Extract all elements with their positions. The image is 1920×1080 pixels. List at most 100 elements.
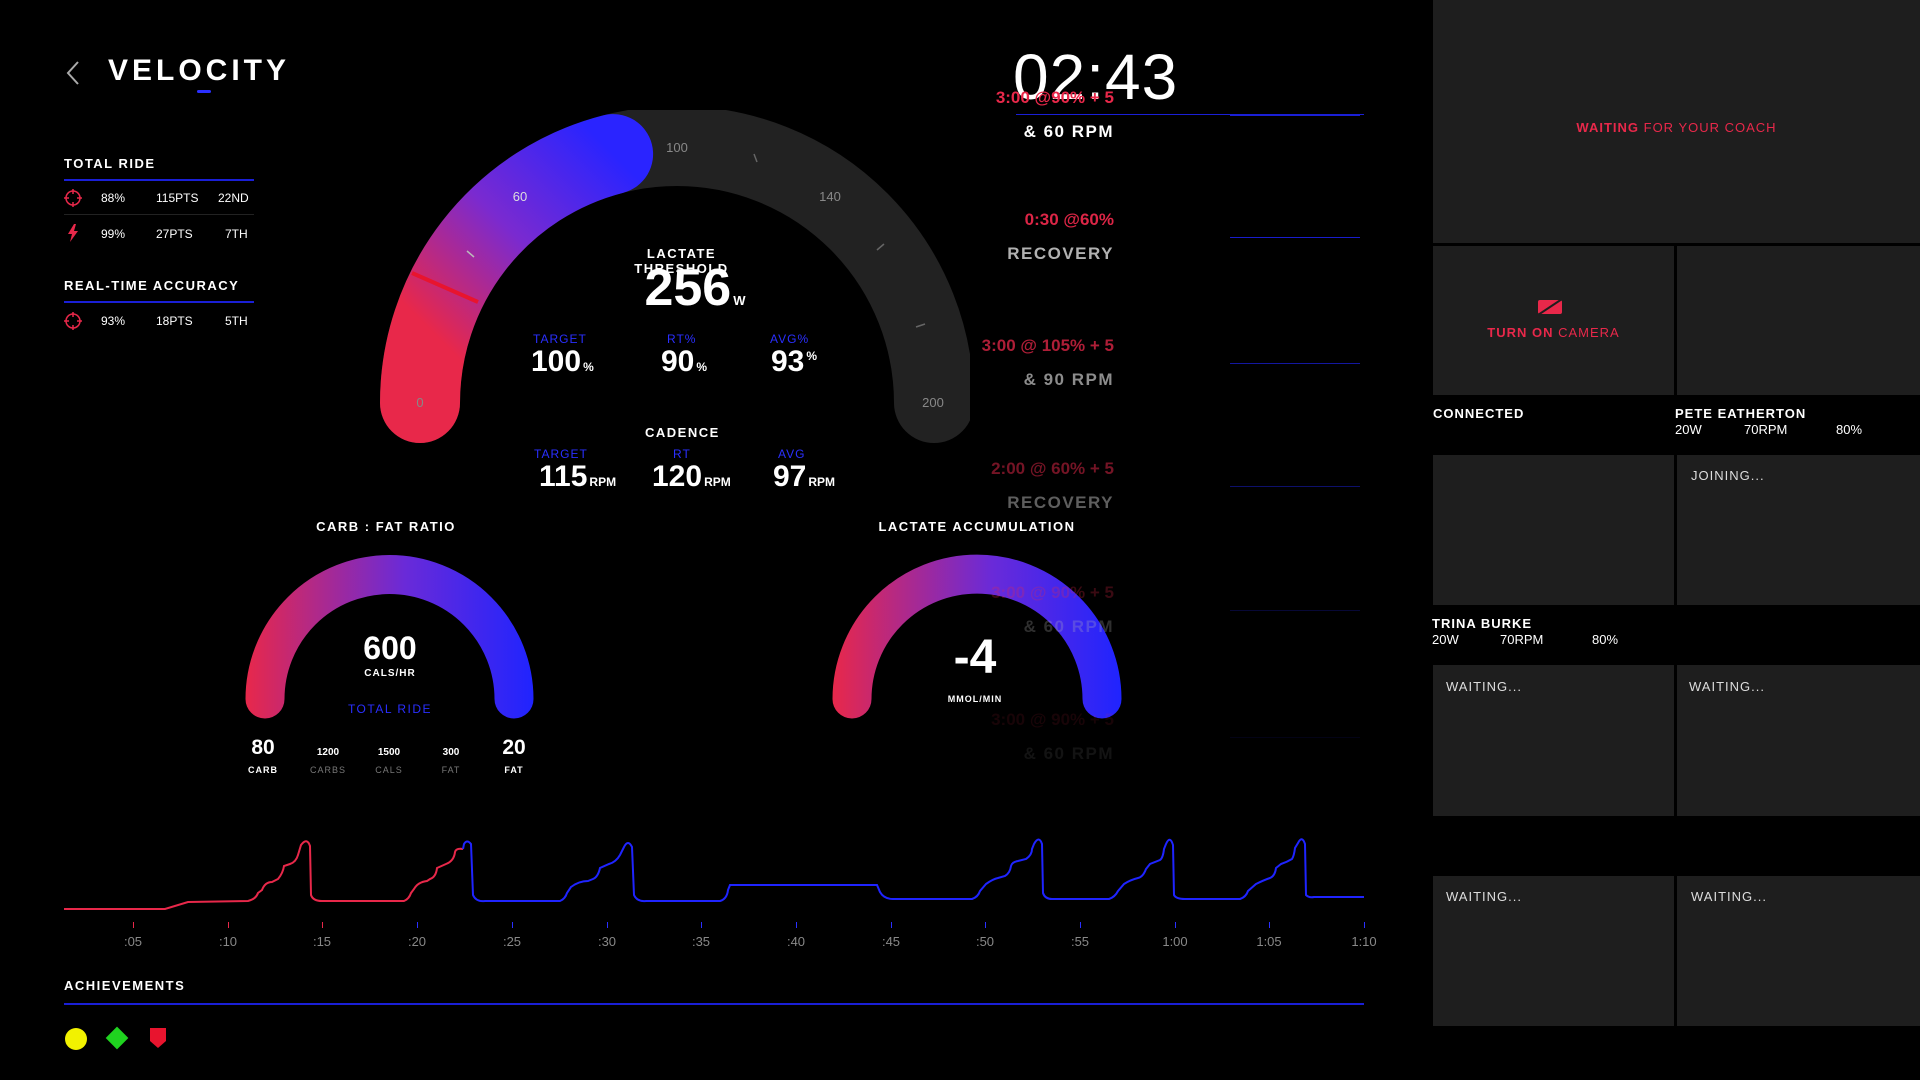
workout-profile — [64, 838, 1364, 910]
metric-unit: % — [583, 360, 594, 374]
lactate-threshold-value: 256 W — [620, 258, 770, 318]
self-video-tile[interactable] — [1433, 246, 1674, 395]
tick-label: 1:10 — [1351, 934, 1377, 949]
brand-underline — [197, 90, 211, 93]
metric-rt-value: 90% — [661, 345, 707, 379]
achievements-title: ACHIEVEMENTS — [64, 978, 186, 993]
interval-target: 2:00 @ 60% + 5 — [991, 459, 1114, 478]
cadence-target-label: TARGET — [534, 447, 588, 461]
achievements-rule — [64, 1003, 1364, 1005]
total-ride-rule — [64, 179, 254, 181]
carb-label: CARB — [248, 765, 278, 775]
interval-target: 3:00 @ 105% + 5 — [981, 336, 1114, 355]
interval-detail: & 90 RPM — [1023, 370, 1114, 389]
brand-logo: VELOCITY — [108, 54, 290, 88]
pete-pct: 80% — [1836, 422, 1863, 437]
stat-pct: 88% — [101, 191, 126, 205]
tick-label: :05 — [123, 934, 143, 949]
metric-unit: % — [806, 349, 818, 363]
metric-rt-label: RT% — [667, 332, 697, 346]
interval-detail: RECOVERY — [1007, 493, 1114, 512]
tick-mark — [796, 922, 797, 928]
trina-name: TRINA BURKE — [1432, 616, 1533, 631]
threshold-unit: W — [733, 293, 746, 308]
tick-label: :55 — [1070, 934, 1090, 949]
tick-mark — [1175, 922, 1176, 928]
carb-value: 80 — [251, 736, 275, 759]
cadence-target-value: 115 RPM — [539, 460, 616, 494]
interval-target: 3:00 @ 90% + 5 — [991, 710, 1114, 729]
scale-label: 200 — [922, 395, 944, 410]
tick-label: :50 — [975, 934, 995, 949]
waiting-text: WAITING... — [1446, 889, 1522, 904]
cadence-number: 115 — [539, 460, 588, 493]
tick-label: 1:05 — [1256, 934, 1282, 949]
tick-label: :20 — [407, 934, 427, 949]
profile-completed — [64, 840, 464, 910]
interval-rule — [1230, 486, 1360, 487]
fat-small-label: FAT — [441, 765, 461, 775]
tick-mark — [1080, 922, 1081, 928]
fat-value: 20 — [502, 736, 526, 759]
metric-target-label: TARGET — [533, 332, 587, 346]
realtime-rule — [64, 301, 254, 303]
camera-rest: CAMERA — [1553, 325, 1620, 340]
fat-small-value: 300 — [442, 747, 460, 758]
carbs-label: CARBS — [309, 765, 346, 775]
interval-detail: & 60 RPM — [1023, 122, 1114, 141]
pete-video-tile — [1677, 246, 1920, 395]
tick-label: :30 — [597, 934, 617, 949]
brand-name: VELOCITY — [108, 54, 291, 87]
lactate-title: LACTATE ACCUMULATION — [878, 519, 1076, 534]
tick-label: :45 — [881, 934, 901, 949]
cadence-rt-label: RT — [673, 447, 691, 461]
cadence-avg-value: 97 RPM — [773, 460, 835, 494]
cadence-rt-value: 120 RPM — [652, 460, 731, 494]
green-diamond-icon[interactable] — [105, 1026, 129, 1050]
interval-rule — [1230, 610, 1360, 611]
trina-watts: 20W — [1432, 632, 1459, 647]
interval-detail: & 60 RPM — [1023, 744, 1114, 763]
pete-watts: 20W — [1675, 422, 1702, 437]
tick-mark — [985, 922, 986, 928]
realtime-accuracy-title: REAL-TIME ACCURACY — [64, 278, 240, 293]
turn-on-camera-button[interactable]: TURN ON CAMERA — [1433, 325, 1674, 340]
threshold-number: 256 — [644, 259, 732, 317]
stat-pts: 115PTS — [156, 191, 199, 205]
cadence-number: 120 — [652, 460, 703, 493]
tick-label: :10 — [218, 934, 238, 949]
carb-fat-title: CARB : FAT RATIO — [316, 519, 456, 534]
cals-label: CALS — [375, 765, 403, 775]
lactate-unit: MMOL/MIN — [947, 694, 1003, 704]
interval-rule — [1230, 115, 1360, 116]
back-button[interactable] — [62, 58, 86, 88]
total-ride-title: TOTAL RIDE — [64, 156, 156, 171]
tick-label: :25 — [502, 934, 522, 949]
carb-fat-value: 600 — [363, 630, 417, 666]
row-divider — [64, 214, 254, 215]
tick-mark — [322, 922, 323, 928]
coach-waiting-rest: FOR YOUR COACH — [1639, 120, 1777, 135]
tick-mark — [417, 922, 418, 928]
yellow-circle-icon[interactable] — [65, 1028, 87, 1050]
interval-detail: RECOVERY — [1007, 244, 1114, 263]
target-icon — [64, 312, 82, 333]
stat-rank: 5TH — [225, 314, 248, 328]
red-shield-icon[interactable] — [149, 1027, 167, 1054]
camera-off-icon[interactable] — [1537, 298, 1563, 320]
participant-tile — [1433, 455, 1674, 605]
stat-pts: 18PTS — [156, 314, 193, 328]
interval-detail: & 60 RPM — [1023, 617, 1114, 636]
stat-pct: 99% — [101, 227, 126, 241]
scale-label: 100 — [666, 140, 688, 155]
trina-rpm: 70RPM — [1500, 632, 1544, 647]
stat-pts: 27PTS — [156, 227, 193, 241]
scale-label: 140 — [819, 189, 841, 204]
tick-mark — [512, 922, 513, 928]
cadence-title: CADENCE — [645, 425, 720, 440]
tick-mark — [701, 922, 702, 928]
tick-label: :35 — [691, 934, 711, 949]
pete-name: PETE EATHERTON — [1675, 406, 1807, 421]
stat-pct: 93% — [101, 314, 126, 328]
cadence-number: 97 — [773, 460, 807, 493]
